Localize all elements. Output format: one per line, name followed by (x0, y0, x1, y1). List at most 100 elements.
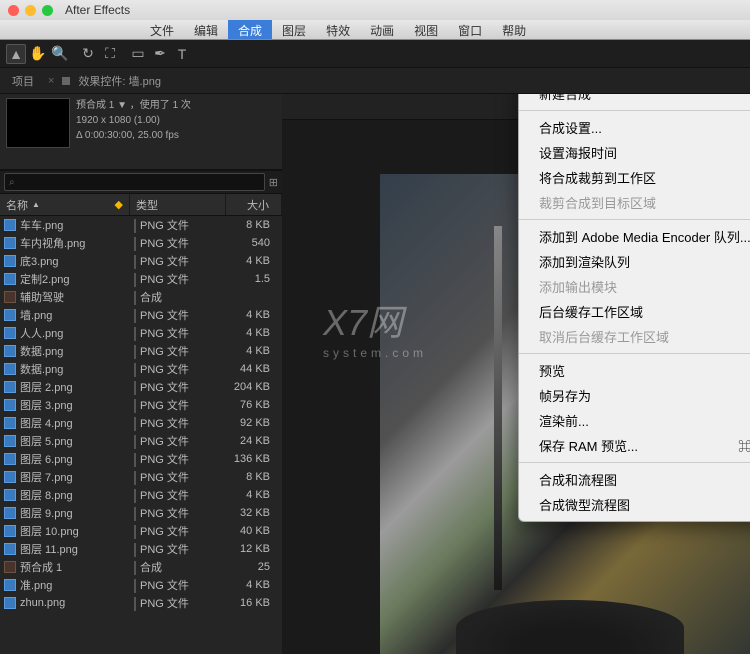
search-input[interactable]: ⌕ (4, 173, 265, 191)
app-title: After Effects (65, 3, 130, 17)
col-type[interactable]: 类型 (130, 194, 226, 215)
file-icon (4, 507, 16, 519)
menu-item[interactable]: 设置海报时间 (519, 140, 750, 165)
file-row[interactable]: 定制2.pngPNG 文件1.5 (0, 270, 282, 288)
zoom-tool[interactable]: 🔍 (50, 44, 70, 64)
menu-4[interactable]: 特效 (316, 20, 360, 39)
camera-tool[interactable]: ⛶ (100, 44, 120, 64)
menu-item[interactable]: 渲染前... (519, 408, 750, 433)
file-row[interactable]: 图层 6.pngPNG 文件136 KB (0, 450, 282, 468)
menubar: 文件编辑合成图层特效动画视图窗口帮助 (0, 20, 750, 40)
menu-3[interactable]: 图层 (272, 20, 316, 39)
comp-thumb[interactable] (6, 98, 70, 148)
comp-name: 预合成 1 ▼ ，使用了 1 次 (76, 98, 276, 113)
file-row[interactable]: 车车.pngPNG 文件8 KB (0, 216, 282, 234)
panel-tabs: 项目 × 效果控件: 墙.png (0, 68, 750, 94)
file-row[interactable]: 图层 5.pngPNG 文件24 KB (0, 432, 282, 450)
file-icon (4, 327, 16, 339)
menu-item: 取消后台缓存工作区域 (519, 324, 750, 349)
zoom-icon[interactable] (42, 5, 53, 16)
menu-item[interactable]: 保存 RAM 预览...⌘数字小键盘 0 (519, 433, 750, 458)
file-row[interactable]: 数据.pngPNG 文件4 KB (0, 342, 282, 360)
menu-7[interactable]: 窗口 (448, 20, 492, 39)
file-icon (4, 435, 16, 447)
menu-item[interactable]: 添加到渲染队列^⌘M (519, 249, 750, 274)
file-row[interactable]: 图层 2.pngPNG 文件204 KB (0, 378, 282, 396)
menu-item[interactable]: 预览▶ (519, 358, 750, 383)
close-icon[interactable] (8, 5, 19, 16)
toolbar: ▲ ✋ 🔍 ↻ ⛶ ▭ ✒ T (0, 40, 750, 68)
hand-tool[interactable]: ✋ (28, 44, 48, 64)
file-row[interactable]: 人人.pngPNG 文件4 KB (0, 324, 282, 342)
col-size[interactable]: 大小 (226, 194, 282, 215)
menu-0[interactable]: 文件 (140, 20, 184, 39)
file-row[interactable]: 辅助驾驶合成 (0, 288, 282, 306)
file-icon (4, 219, 16, 231)
file-icon (4, 273, 16, 285)
file-icon (4, 453, 16, 465)
menu-item[interactable]: 合成和流程图⇧⌘F11 (519, 467, 750, 492)
menu-8[interactable]: 帮助 (492, 20, 536, 39)
composition-icon (4, 291, 16, 303)
window-controls (8, 5, 53, 16)
file-icon (4, 399, 16, 411)
composition-icon (4, 561, 16, 573)
col-name[interactable]: 名称▲ ◆ (0, 194, 130, 215)
file-row[interactable]: 图层 10.pngPNG 文件40 KB (0, 522, 282, 540)
minimize-icon[interactable] (25, 5, 36, 16)
file-icon (4, 579, 16, 591)
file-icon (4, 417, 16, 429)
menu-item[interactable]: 合成设置...⌘K (519, 115, 750, 140)
text-tool[interactable]: T (172, 44, 192, 64)
file-icon (4, 525, 16, 537)
file-row[interactable]: zhun.pngPNG 文件16 KB (0, 594, 282, 612)
menu-5[interactable]: 动画 (360, 20, 404, 39)
file-icon (4, 237, 16, 249)
search-row: ⌕ ⊞ (0, 170, 282, 194)
main-area: 预合成 1 ▼ ，使用了 1 次 1920 x 1080 (1.00) Δ 0:… (0, 94, 750, 654)
menu-item[interactable]: 添加到 Adobe Media Encoder 队列...⌥⌘M (519, 224, 750, 249)
menu-2[interactable]: 合成 (228, 20, 272, 39)
file-row[interactable]: 图层 11.pngPNG 文件12 KB (0, 540, 282, 558)
comp-info: 预合成 1 ▼ ，使用了 1 次 1920 x 1080 (1.00) Δ 0:… (0, 94, 282, 170)
file-icon (4, 543, 16, 555)
list-header: 名称▲ ◆ 类型 大小 (0, 194, 282, 216)
menu-item[interactable]: 将合成裁剪到工作区 (519, 165, 750, 190)
file-icon (4, 255, 16, 267)
file-row[interactable]: 墙.pngPNG 文件4 KB (0, 306, 282, 324)
menu-item: 裁剪合成到目标区域 (519, 190, 750, 215)
file-row[interactable]: 车内视角.pngPNG 文件540 (0, 234, 282, 252)
file-row[interactable]: 数据.pngPNG 文件44 KB (0, 360, 282, 378)
file-row[interactable]: 图层 7.pngPNG 文件8 KB (0, 468, 282, 486)
comp-duration: Δ 0:00:30:00, 25.00 fps (76, 128, 276, 143)
file-icon (4, 363, 16, 375)
file-icon (4, 309, 16, 321)
file-row[interactable]: 图层 8.pngPNG 文件4 KB (0, 486, 282, 504)
file-list[interactable]: 车车.pngPNG 文件8 KB车内视角.pngPNG 文件540底3.pngP… (0, 216, 282, 654)
menu-item[interactable]: 帧另存为▶ (519, 383, 750, 408)
project-panel: 预合成 1 ▼ ，使用了 1 次 1920 x 1080 (1.00) Δ 0:… (0, 94, 282, 654)
file-icon (4, 381, 16, 393)
menu-item[interactable]: 合成微型流程图⇥ (519, 492, 750, 517)
grid-icon[interactable]: ⊞ (269, 176, 278, 189)
menu-1[interactable]: 编辑 (184, 20, 228, 39)
file-row[interactable]: 图层 9.pngPNG 文件32 KB (0, 504, 282, 522)
menu-item: 添加输出模块 (519, 274, 750, 299)
project-tab[interactable]: 项目 (6, 71, 40, 91)
selection-tool[interactable]: ▲ (6, 44, 26, 64)
rotate-tool[interactable]: ↻ (78, 44, 98, 64)
file-row[interactable]: 准.pngPNG 文件4 KB (0, 576, 282, 594)
rect-tool[interactable]: ▭ (128, 44, 148, 64)
menu-item[interactable]: 新建合成⌘N (519, 94, 750, 106)
effect-controls-tab[interactable]: 效果控件: 墙.png (78, 73, 161, 89)
file-row[interactable]: 底3.pngPNG 文件4 KB (0, 252, 282, 270)
titlebar: After Effects (0, 0, 750, 20)
menu-item[interactable]: 后台缓存工作区域⌘↩ (519, 299, 750, 324)
file-row[interactable]: 图层 4.pngPNG 文件92 KB (0, 414, 282, 432)
viewer-panel: 素材: (无) 新建合成⌘N合成设置...⌘K设置海报时间将合成裁剪到工作区裁剪… (282, 94, 750, 654)
file-row[interactable]: 图层 3.pngPNG 文件76 KB (0, 396, 282, 414)
file-icon (4, 597, 16, 609)
menu-6[interactable]: 视图 (404, 20, 448, 39)
pen-tool[interactable]: ✒ (150, 44, 170, 64)
file-row[interactable]: 预合成 1合成25 (0, 558, 282, 576)
